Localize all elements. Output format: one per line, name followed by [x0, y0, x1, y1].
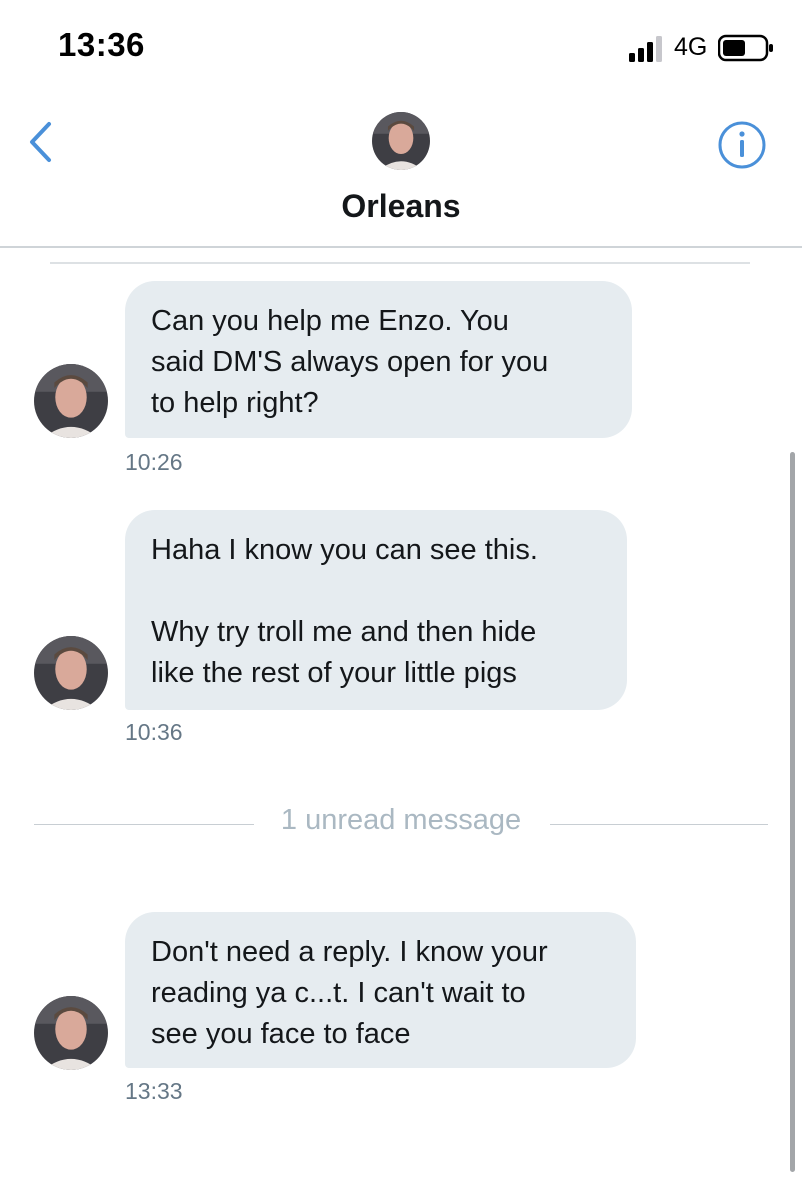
- header-avatar[interactable]: [372, 112, 430, 170]
- network-label: 4G: [674, 33, 708, 61]
- contact-name[interactable]: Orleans: [0, 188, 802, 225]
- conversation-header: Orleans: [0, 100, 802, 248]
- battery-icon: [718, 34, 773, 62]
- history-divider: [50, 262, 750, 264]
- unread-label: 1 unread message: [280, 804, 522, 836]
- signal-icon: [629, 36, 662, 62]
- status-bar: 13:36 4G: [0, 0, 802, 100]
- dm-conversation-screen: 13:36 4G Orleans Can you help me Enzo. Y…: [0, 0, 802, 1200]
- message-timestamp: 10:26: [125, 449, 183, 475]
- status-time: 13:36: [58, 26, 145, 63]
- scrollbar[interactable]: [790, 452, 795, 1172]
- info-icon[interactable]: [717, 120, 767, 170]
- message-bubble[interactable]: Haha I know you can see this. Why try tr…: [125, 510, 627, 710]
- message-timestamp: 13:33: [125, 1078, 183, 1104]
- sender-avatar[interactable]: [34, 636, 108, 710]
- message-timestamp: 10:36: [125, 719, 183, 745]
- sender-avatar[interactable]: [34, 996, 108, 1070]
- message-bubble[interactable]: Can you help me Enzo. You said DM'S alwa…: [125, 281, 632, 438]
- unread-divider: 1 unread message: [34, 800, 768, 844]
- message-bubble[interactable]: Don't need a reply. I know your reading …: [125, 912, 636, 1068]
- divider-line: [550, 824, 768, 825]
- back-button[interactable]: [22, 120, 62, 164]
- sender-avatar[interactable]: [34, 364, 108, 438]
